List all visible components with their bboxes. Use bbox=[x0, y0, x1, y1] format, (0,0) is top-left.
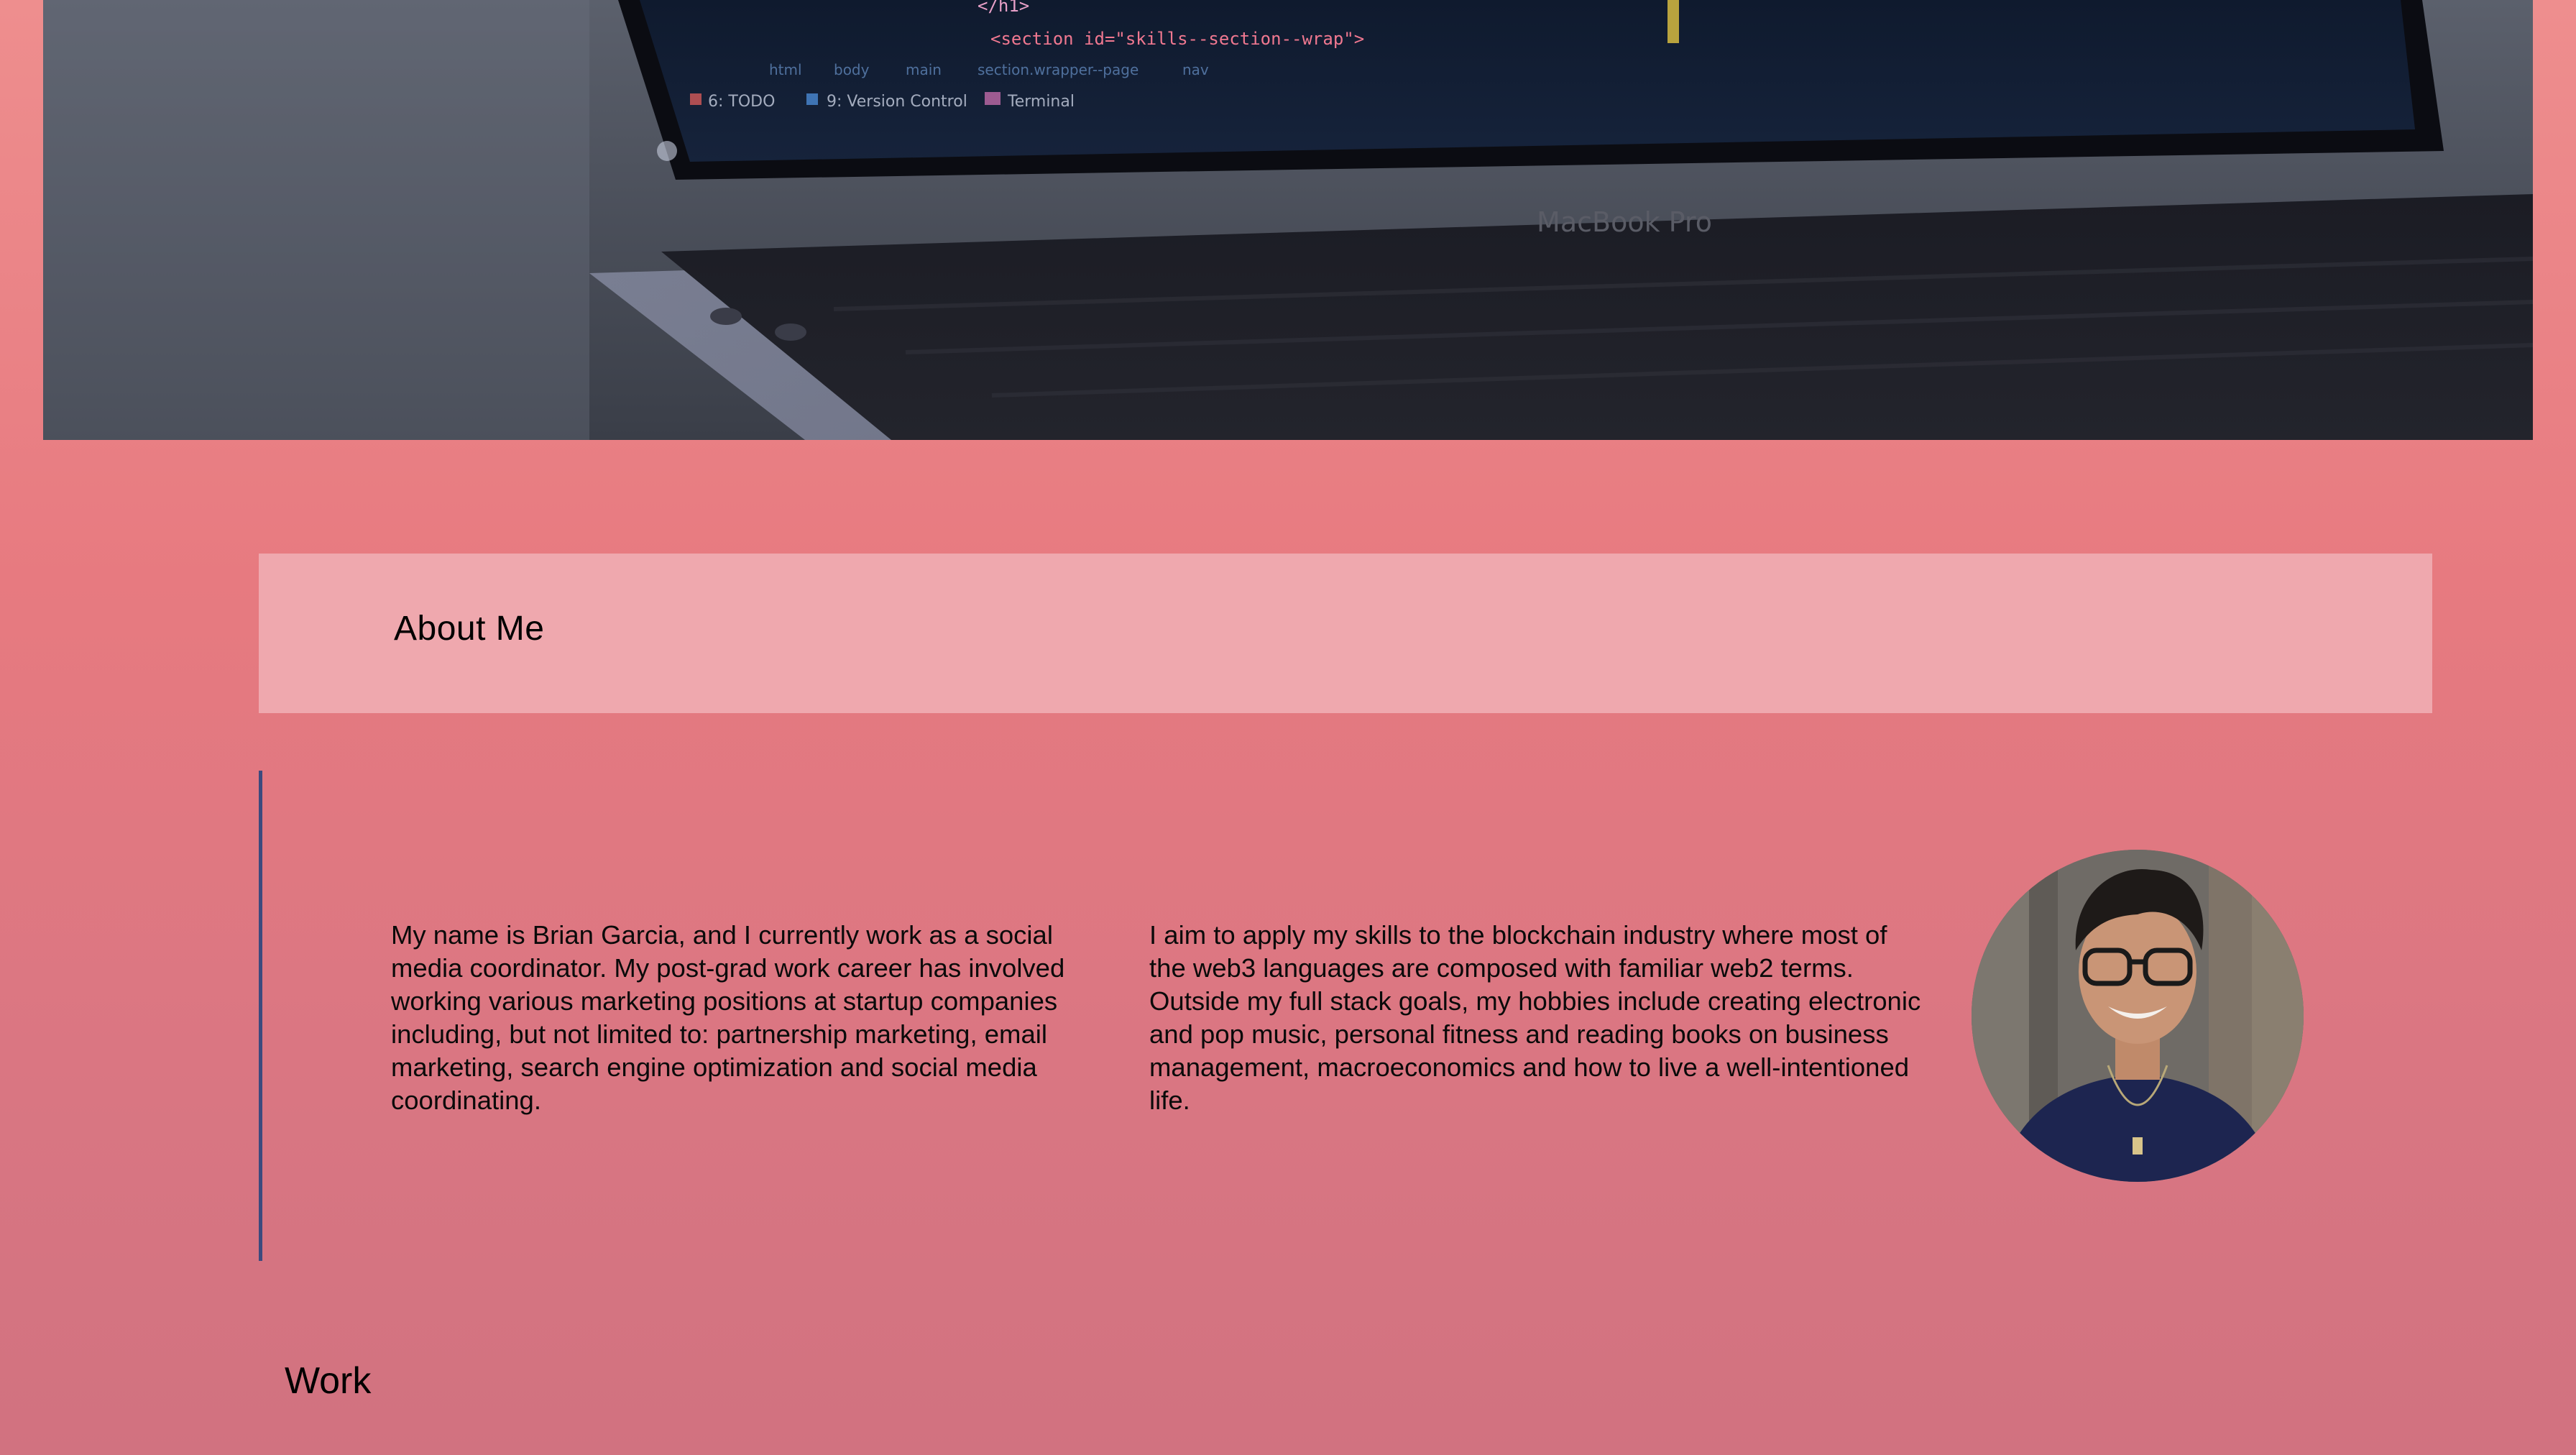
about-paragraph-2: I aim to apply my skills to the blockcha… bbox=[1149, 920, 1921, 1115]
accent-bar bbox=[259, 771, 262, 1261]
breadcrumb-main: main bbox=[906, 61, 942, 78]
work-heading: Work bbox=[285, 1360, 372, 1402]
status-tab-version-control: 9: Version Control bbox=[827, 93, 967, 111]
laptop-brand-label: MacBook Pro bbox=[1537, 206, 1712, 238]
breadcrumb-body: body bbox=[834, 61, 870, 78]
about-heading: About Me bbox=[394, 610, 545, 648]
about-paragraph-1: My name is Brian Garcia, and I currently… bbox=[391, 920, 1065, 1115]
about-section: My name is Brian Garcia, and I currently… bbox=[259, 771, 2432, 1261]
breadcrumb-nav: nav bbox=[1182, 61, 1209, 78]
code-line-1: </h1> bbox=[978, 0, 1029, 16]
breadcrumb-section: section.wrapper--page bbox=[978, 61, 1138, 78]
breadcrumb-html: html bbox=[769, 61, 802, 78]
avatar bbox=[1972, 850, 2304, 1182]
about-header: About Me bbox=[259, 554, 2432, 713]
status-tab-todo: 6: TODO bbox=[708, 93, 775, 111]
hero-image: </h1> <section id="skills--section--wrap… bbox=[43, 0, 2533, 440]
status-tab-terminal: Terminal bbox=[1007, 93, 1075, 111]
code-line-2: <section id="skills--section--wrap"> bbox=[990, 29, 1364, 49]
